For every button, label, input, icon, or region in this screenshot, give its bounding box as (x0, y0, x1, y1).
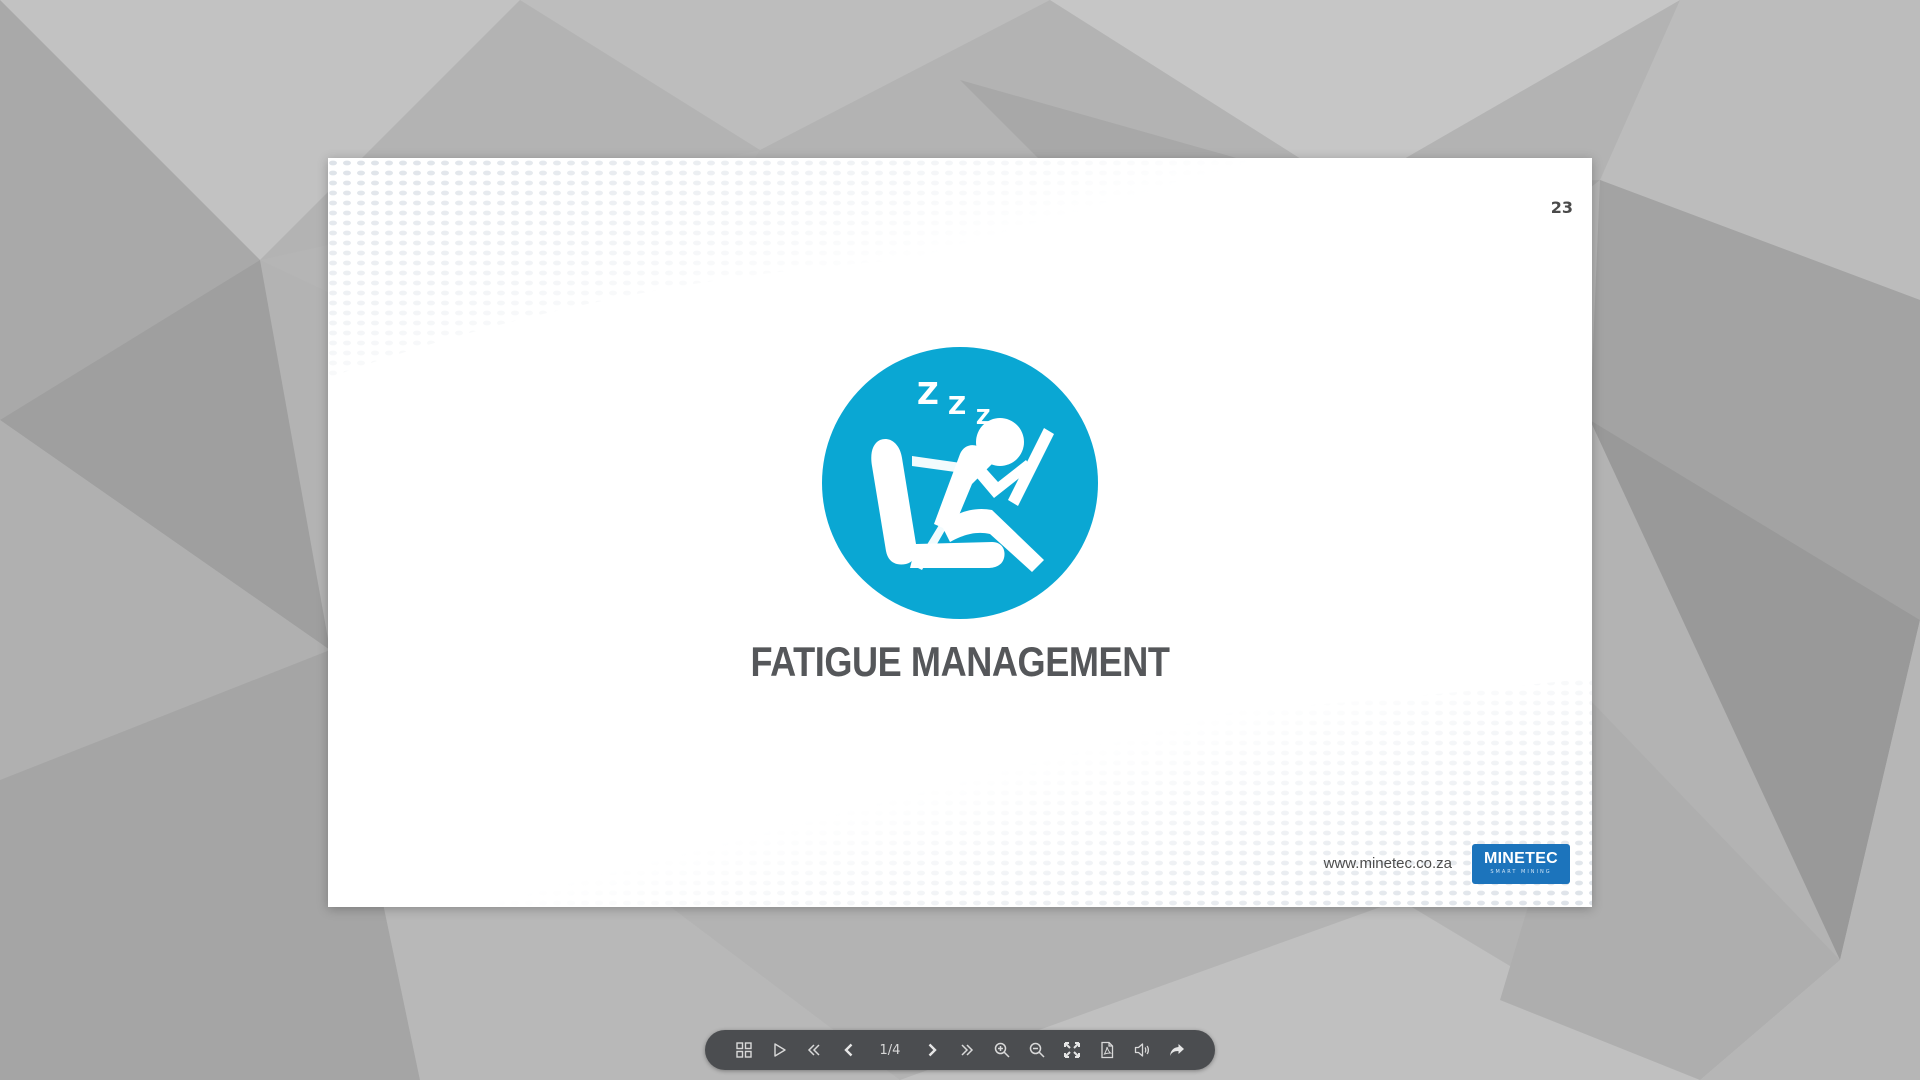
sleeping-driver-icon: Z Z Z (822, 347, 1098, 619)
next-page-icon[interactable] (914, 1030, 949, 1070)
last-page-icon[interactable] (949, 1030, 984, 1070)
thumbnails-icon[interactable] (726, 1030, 761, 1070)
svg-text:Z: Z (917, 377, 939, 412)
minetec-logo: MINETEC SMART MINING (1472, 844, 1570, 884)
fullscreen-icon[interactable] (1054, 1030, 1089, 1070)
presentation-slide: 23 Z Z Z FATIGUE MANAGEMENT www.minetec.… (328, 158, 1592, 907)
viewer-stage: 23 Z Z Z FATIGUE MANAGEMENT www.minetec.… (0, 0, 1920, 1080)
viewer-toolbar: 1/4 (705, 1030, 1215, 1070)
download-pdf-icon[interactable] (1089, 1030, 1124, 1070)
autoplay-icon[interactable] (761, 1030, 796, 1070)
zoom-in-icon[interactable] (984, 1030, 1019, 1070)
sound-icon[interactable] (1124, 1030, 1159, 1070)
logo-name: MINETEC (1483, 850, 1559, 867)
zoom-out-icon[interactable] (1019, 1030, 1054, 1070)
slide-title: FATIGUE MANAGEMENT (750, 638, 1170, 685)
website-url: www.minetec.co.za (1323, 855, 1452, 872)
svg-text:Z: Z (948, 391, 966, 420)
slide-page-number: 23 (1550, 198, 1573, 217)
first-page-icon[interactable] (796, 1030, 831, 1070)
share-icon[interactable] (1159, 1030, 1194, 1070)
logo-tagline: SMART MINING (1490, 869, 1552, 875)
page-indicator: 1/4 (879, 1042, 901, 1058)
previous-page-icon[interactable] (831, 1030, 866, 1070)
